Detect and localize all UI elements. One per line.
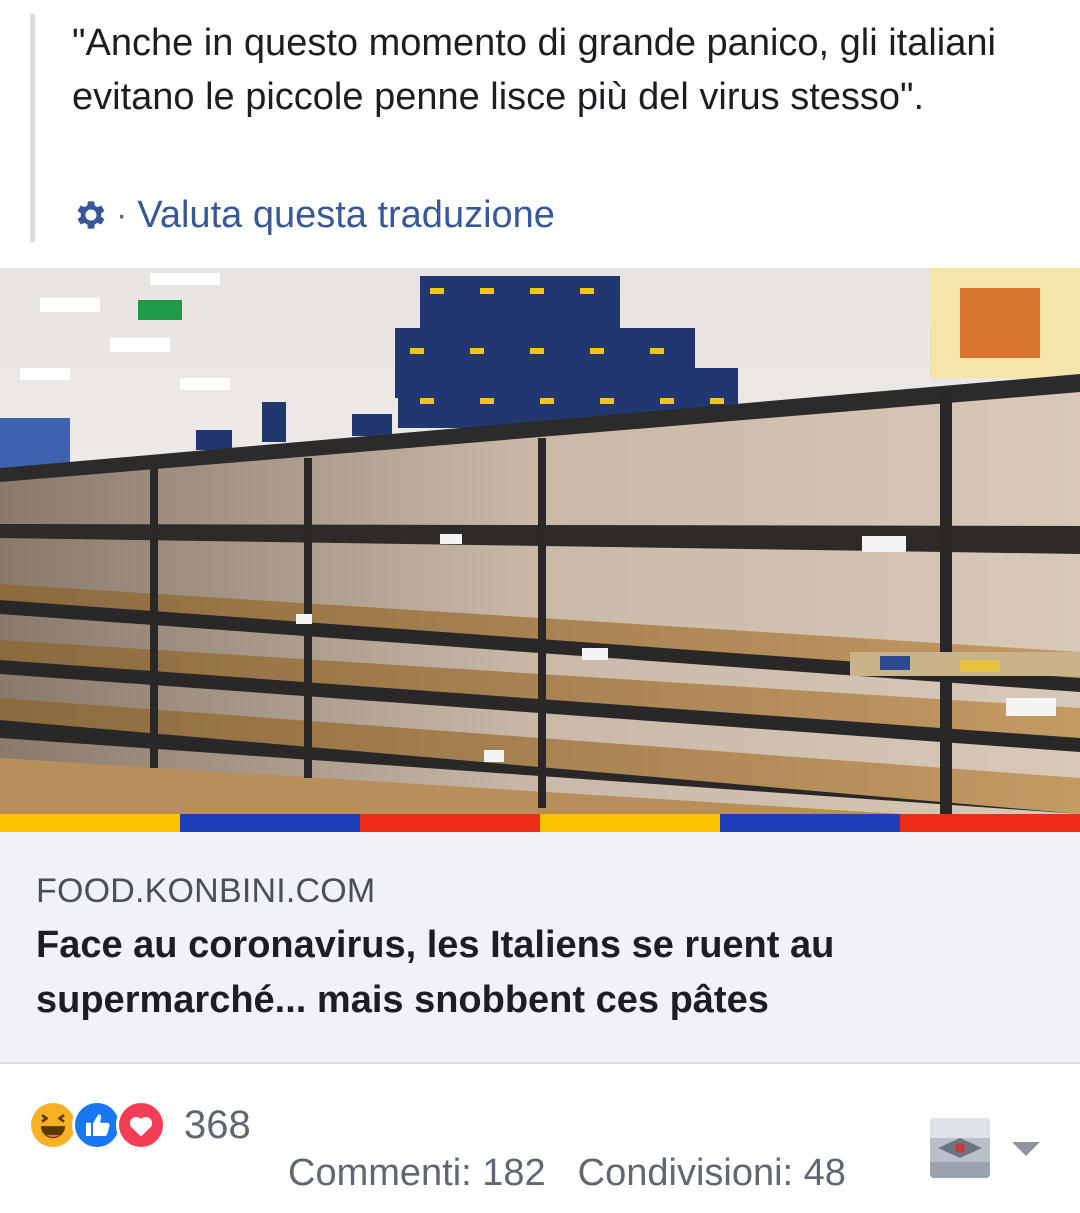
link-domain: FOOD.KONBINI.COM bbox=[36, 872, 376, 910]
comments-count[interactable]: Commenti: 182 bbox=[288, 1152, 546, 1195]
shares-count[interactable]: Condivisioni: 48 bbox=[578, 1152, 846, 1195]
rate-translation-link[interactable]: Valuta questa traduzione bbox=[137, 194, 555, 237]
reaction-count: 368 bbox=[184, 1102, 251, 1147]
gear-icon[interactable] bbox=[72, 196, 110, 234]
caret-down-icon[interactable] bbox=[1012, 1142, 1040, 1156]
link-headline[interactable]: Face au coronavirus, les Italiens se rue… bbox=[36, 918, 1036, 1028]
engagement-stats: Commenti: 182 Condivisioni: 48 bbox=[288, 1152, 846, 1195]
strip-segment bbox=[180, 814, 360, 832]
strip-segment bbox=[540, 814, 720, 832]
haha-icon bbox=[28, 1100, 78, 1150]
strip-segment bbox=[360, 814, 540, 832]
love-icon bbox=[116, 1100, 166, 1150]
post-footer: 368 Commenti: 182 Condivisioni: 48 bbox=[0, 1066, 1080, 1213]
strip-segment bbox=[0, 814, 180, 832]
strip-segment bbox=[720, 814, 900, 832]
link-preview-image[interactable] bbox=[0, 268, 1080, 814]
like-icon bbox=[72, 1100, 122, 1150]
empty-shelves-photo bbox=[0, 268, 1080, 814]
quote-bar bbox=[30, 14, 35, 242]
separator-dot: · bbox=[116, 195, 128, 234]
reactions-summary[interactable]: 368 bbox=[28, 1098, 251, 1152]
translated-text: "Anche in questo momento di grande panic… bbox=[72, 22, 996, 118]
translated-post-text: "Anche in questo momento di grande panic… bbox=[0, 0, 1080, 268]
link-caption[interactable]: FOOD.KONBINI.COM Face au coronavirus, le… bbox=[0, 832, 1080, 1064]
rate-translation-row: · Valuta questa traduzione bbox=[72, 190, 555, 240]
avatar-thumbnail[interactable] bbox=[930, 1118, 990, 1178]
strip-segment bbox=[900, 814, 1080, 832]
color-strip bbox=[0, 814, 1080, 832]
